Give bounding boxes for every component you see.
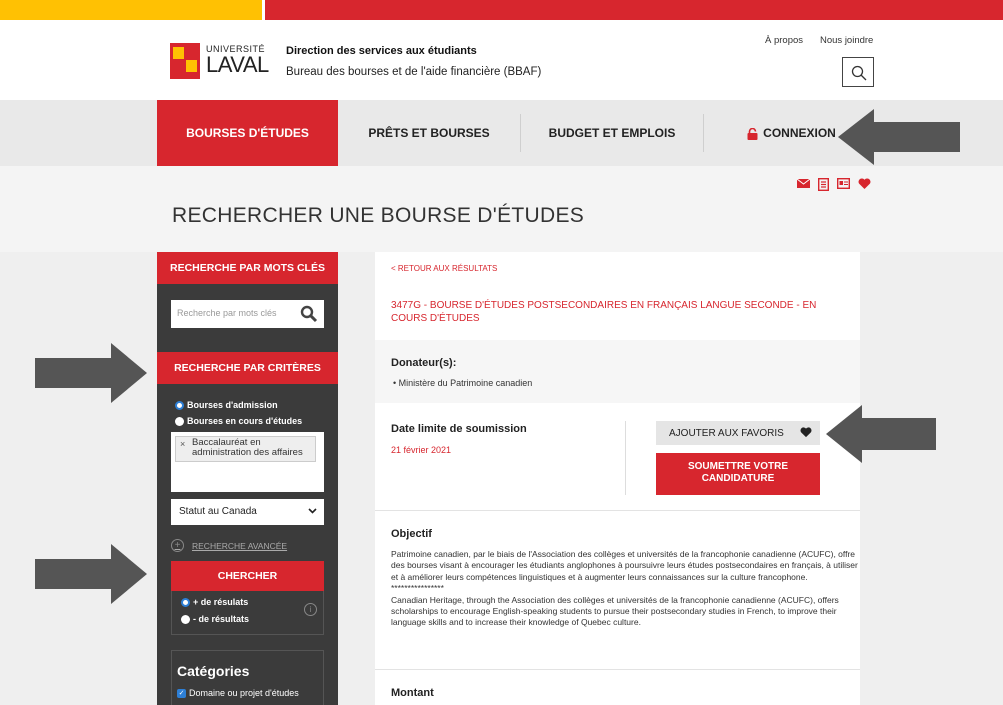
donors-label: Donateur(s): — [391, 357, 457, 369]
header-title: Direction des services aux étudiants — [286, 45, 477, 57]
radio-button-checked[interactable] — [175, 400, 184, 410]
header-subtitle: Bureau des bourses et de l'aide financiè… — [286, 66, 542, 78]
page-title: RECHERCHER UNE BOURSE D'ÉTUDES — [172, 204, 585, 227]
categories-title: Catégories — [177, 663, 250, 679]
radio-button[interactable] — [181, 614, 190, 624]
keyword-search-input[interactable]: Recherche par mots clés — [171, 300, 324, 328]
category-label: Domaine ou projet d'études — [189, 688, 299, 698]
search-icon[interactable] — [300, 305, 318, 323]
favorites-label: AJOUTER AUX FAVORIS — [669, 427, 784, 439]
connexion-label: CONNEXION — [763, 126, 836, 140]
nav-item-bourses[interactable]: BOURSES D'ÉTUDES — [157, 100, 338, 166]
logo-large-text: LAVAL — [206, 52, 269, 77]
top-color-strip — [0, 0, 1003, 20]
info-icon[interactable]: i — [304, 603, 317, 616]
categories-box: Catégories ✓ Domaine ou projet d'études — [171, 650, 324, 705]
chevron-down-icon — [308, 508, 317, 514]
remove-tag-icon[interactable]: × — [180, 439, 185, 449]
objective-separator: **************** — [391, 583, 444, 594]
document-icon[interactable] — [818, 178, 829, 191]
annotation-arrow-right — [35, 544, 147, 604]
deadline-label: Date limite de soumission — [391, 423, 527, 435]
status-select[interactable]: Statut au Canada — [171, 499, 324, 525]
objective-fr: Patrimoine canadien, par le biais de l'A… — [391, 549, 858, 582]
site-header: UNIVERSITÉ LAVAL Direction des services … — [0, 20, 1003, 100]
radio-button[interactable] — [175, 416, 184, 426]
toolbar-icons — [797, 178, 871, 191]
search-icon — [851, 65, 867, 81]
back-to-results-link[interactable]: < RETOUR AUX RÉSULTATS — [391, 264, 497, 273]
annotation-arrow-left — [838, 109, 960, 165]
scholarship-detail-panel: < RETOUR AUX RÉSULTATS 3477G - BOURSE D'… — [375, 252, 860, 705]
heart-icon[interactable] — [858, 178, 871, 190]
deadline-date: 21 février 2021 — [391, 445, 452, 455]
search-sidebar: RECHERCHE PAR MOTS CLÉS Recherche par mo… — [157, 252, 338, 705]
donors-section: Donateur(s): • Ministère du Patrimoine c… — [375, 340, 860, 403]
vertical-divider — [625, 421, 626, 495]
objective-label: Objectif — [391, 528, 432, 540]
annotation-arrow-left — [826, 405, 936, 463]
advanced-search-label: RECHERCHE AVANCÉE — [192, 540, 288, 551]
objective-text: Patrimoine canadien, par le biais de l'A… — [391, 549, 861, 629]
keyword-search-header: RECHERCHE PAR MOTS CLÉS — [157, 252, 338, 284]
nav-item-budget[interactable]: BUDGET ET EMPLOIS — [521, 100, 703, 166]
mail-icon[interactable] — [797, 178, 810, 189]
radio-label: Bourses en cours d'études — [187, 416, 303, 426]
radio-label: + de résulats — [193, 597, 249, 607]
search-submit-button[interactable]: CHERCHER — [171, 561, 324, 591]
advanced-search-link[interactable]: + RECHERCHE AVANCÉE — [171, 539, 287, 552]
radio-label: - de résultats — [193, 614, 250, 624]
donor-name: Ministère du Patrimoine canadien — [398, 378, 533, 388]
scholarship-title: 3477G - BOURSE D'ÉTUDES POSTSECONDAIRES … — [391, 300, 817, 324]
radio-less-results[interactable]: - de résultats — [181, 614, 249, 624]
radio-label: Bourses d'admission — [187, 400, 278, 410]
amount-label: Montant — [391, 687, 434, 699]
universite-laval-logo[interactable]: UNIVERSITÉ LAVAL — [170, 43, 269, 79]
section-divider — [375, 510, 860, 511]
plus-icon: + — [171, 539, 184, 552]
radio-en-cours[interactable]: Bourses en cours d'études — [175, 416, 302, 426]
status-select-value: Statut au Canada — [179, 506, 257, 517]
category-checkbox[interactable]: ✓ Domaine ou projet d'études — [177, 688, 299, 698]
header-search-button[interactable] — [842, 57, 874, 87]
heart-icon — [800, 427, 812, 438]
card-icon[interactable] — [837, 178, 850, 189]
red-strip — [265, 0, 1003, 20]
nav-item-prets[interactable]: PRÊTS ET BOURSES — [338, 100, 520, 166]
about-link[interactable]: À propos — [765, 35, 803, 46]
selected-program-tag[interactable]: × Baccalauréat en administration des aff… — [175, 436, 316, 462]
radio-button-checked[interactable] — [181, 597, 190, 607]
title-band: RECHERCHER UNE BOURSE D'ÉTUDES — [0, 166, 1003, 252]
keyword-placeholder: Recherche par mots clés — [177, 308, 277, 318]
annotation-arrow-right — [35, 343, 147, 403]
contact-link[interactable]: Nous joindre — [820, 35, 873, 46]
radio-more-results[interactable]: + de résulats — [181, 597, 248, 607]
criteria-search-header: RECHERCHE PAR CRITÈRES — [157, 352, 338, 384]
tag-label: Baccalauréat en administration des affai… — [192, 437, 303, 458]
gold-strip — [0, 0, 262, 20]
lock-icon — [747, 128, 758, 140]
crest-icon — [170, 43, 200, 79]
checkbox-checked-icon[interactable]: ✓ — [177, 688, 186, 698]
program-multiselect[interactable]: × Baccalauréat en administration des aff… — [171, 432, 324, 492]
add-to-favorites-button[interactable]: AJOUTER AUX FAVORIS — [656, 421, 820, 445]
radio-admission[interactable]: Bourses d'admission — [175, 400, 278, 410]
submit-application-button[interactable]: SOUMETTRE VOTRE CANDIDATURE — [656, 453, 820, 495]
section-divider — [375, 669, 860, 670]
donor-item: • Ministère du Patrimoine canadien — [393, 378, 533, 388]
objective-en: Canadian Heritage, through the Associati… — [391, 594, 839, 628]
